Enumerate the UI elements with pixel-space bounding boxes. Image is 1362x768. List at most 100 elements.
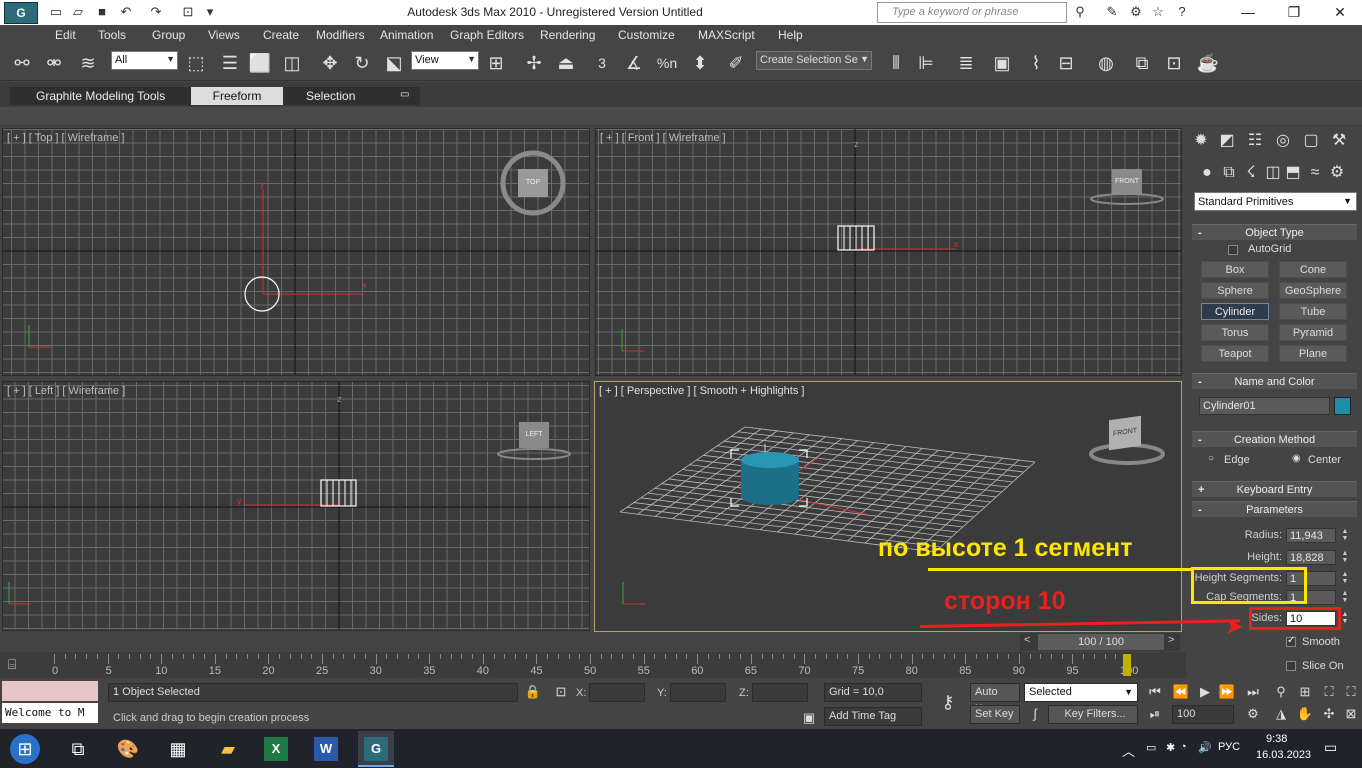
volume-icon[interactable]: 🔊: [1198, 741, 1212, 754]
clock-date[interactable]: 16.03.2023: [1256, 749, 1311, 761]
shapes-icon[interactable]: ⧉: [1218, 162, 1240, 184]
viewport-top[interactable]: [ + ] [ Top ] [ Wireframe ] TOP x y: [2, 128, 590, 376]
maxscript-listener-pink[interactable]: [2, 681, 98, 701]
teapot-button[interactable]: Teapot: [1201, 345, 1269, 362]
next-key-icon[interactable]: ⏩: [1218, 683, 1236, 701]
menu-maxscript[interactable]: MAXScript: [698, 28, 755, 42]
start-button-icon[interactable]: ⊞: [10, 734, 40, 764]
utilities-panel-icon[interactable]: ⚒: [1328, 130, 1350, 152]
ribbon-options-icon[interactable]: ▭: [400, 89, 409, 100]
spinner-snap-icon[interactable]: ⬍: [688, 52, 712, 74]
select-manipulate-icon[interactable]: ✢: [522, 52, 546, 74]
graphite-toggle-icon[interactable]: ▣: [990, 52, 1014, 74]
minimize-icon[interactable]: —: [1226, 0, 1270, 25]
z-coordinate-field[interactable]: [752, 683, 808, 702]
motion-panel-icon[interactable]: ◎: [1272, 130, 1294, 152]
key-icon[interactable]: ⚷: [934, 693, 962, 711]
viewport-left[interactable]: [ + ] [ Left ] [ Wireframe ] LEFT y z: [2, 381, 590, 631]
maximize-viewport-icon[interactable]: ⊠: [1342, 705, 1360, 723]
select-object-icon[interactable]: ⬚: [184, 52, 208, 74]
rollout-parameters[interactable]: - Parameters: [1192, 501, 1357, 517]
cameras-icon[interactable]: ◫: [1262, 162, 1284, 184]
viewport-perspective-label[interactable]: [ + ] [ Perspective ] [ Smooth + Highlig…: [599, 385, 804, 397]
time-tag-icon[interactable]: ▣: [800, 709, 818, 727]
tab-selection[interactable]: Selection: [306, 89, 355, 103]
window-crossing-icon[interactable]: ◫: [280, 52, 304, 74]
menu-edit[interactable]: Edit: [55, 28, 76, 42]
object-name-input[interactable]: Cylinder01: [1199, 397, 1330, 415]
orbit-icon[interactable]: ✣: [1320, 705, 1338, 723]
viewcube-left[interactable]: LEFT: [519, 422, 549, 448]
menu-customize[interactable]: Customize: [618, 28, 675, 42]
maximize-icon[interactable]: ❐: [1272, 0, 1316, 25]
previous-key-icon[interactable]: ⏪: [1172, 683, 1190, 701]
slice-on-checkbox[interactable]: [1286, 661, 1296, 671]
snaps-toggle-icon[interactable]: 3: [590, 52, 614, 74]
rollout-object-type[interactable]: - Object Type: [1192, 224, 1357, 240]
favorites-star-icon[interactable]: ☆: [1150, 4, 1166, 20]
rollout-creation-method[interactable]: - Creation Method: [1192, 431, 1357, 447]
radius-field[interactable]: 11,943: [1286, 528, 1336, 543]
radius-spinner[interactable]: ▲ ▼: [1340, 528, 1350, 543]
subscription-icon[interactable]: ✎: [1104, 4, 1120, 20]
pan-icon[interactable]: ✋: [1296, 705, 1314, 723]
align-icon[interactable]: ⊫: [914, 52, 938, 74]
file-explorer-icon[interactable]: ▰: [216, 737, 240, 761]
render-teapot-icon[interactable]: ☕: [1196, 52, 1220, 74]
select-and-link-icon[interactable]: ⚯: [10, 52, 34, 74]
go-to-end-icon[interactable]: ⏭: [1244, 683, 1262, 701]
viewport-left-label[interactable]: [ + ] [ Left ] [ Wireframe ]: [7, 385, 125, 397]
smooth-checkbox[interactable]: [1286, 635, 1296, 647]
rollout-name-and-color[interactable]: - Name and Color: [1192, 373, 1357, 389]
communication-center-icon[interactable]: ⚙: [1128, 4, 1144, 20]
cylinder-button[interactable]: Cylinder: [1201, 303, 1269, 320]
select-by-name-icon[interactable]: ☰: [218, 52, 242, 74]
viewport-front-label[interactable]: [ + ] [ Front ] [ Wireframe ]: [600, 132, 726, 144]
hierarchy-panel-icon[interactable]: ☷: [1244, 130, 1266, 152]
next-frame-icon[interactable]: >: [1168, 634, 1174, 646]
play-icon[interactable]: ▶: [1196, 683, 1214, 701]
menu-animation[interactable]: Animation: [380, 28, 433, 42]
torus-button[interactable]: Torus: [1201, 324, 1269, 341]
tab-freeform[interactable]: Freeform: [191, 87, 283, 105]
y-coordinate-field[interactable]: [670, 683, 726, 702]
reference-coordinate-dropdown[interactable]: View ▼: [411, 51, 479, 70]
geosphere-button[interactable]: GeoSphere: [1279, 282, 1347, 299]
unlink-icon[interactable]: ⚮: [42, 52, 66, 74]
center-radio[interactable]: ◉: [1292, 453, 1301, 464]
cone-button[interactable]: Cone: [1279, 261, 1347, 278]
time-slider-label[interactable]: 100 / 100: [1038, 634, 1164, 650]
current-frame-field[interactable]: 100: [1172, 705, 1234, 724]
excel-icon[interactable]: X: [264, 737, 288, 761]
rollout-keyboard-entry[interactable]: + Keyboard Entry: [1192, 481, 1357, 497]
absolute-mode-icon[interactable]: ⊡: [552, 683, 570, 701]
box-button[interactable]: Box: [1201, 261, 1269, 278]
go-to-start-icon[interactable]: ⏮: [1146, 683, 1164, 701]
primitives-category-dropdown[interactable]: Standard Primitives ▼: [1194, 192, 1357, 211]
layer-manager-icon[interactable]: ≣: [954, 52, 978, 74]
create-panel-icon[interactable]: ✹: [1190, 130, 1212, 152]
pyramid-button[interactable]: Pyramid: [1279, 324, 1347, 341]
edge-radio[interactable]: ○: [1208, 453, 1214, 464]
named-selection-dropdown[interactable]: Create Selection Se ▼: [756, 51, 872, 70]
language-indicator[interactable]: РУС: [1218, 741, 1240, 753]
bluetooth-icon[interactable]: ✱: [1166, 741, 1175, 754]
schematic-view-icon[interactable]: ⊟: [1054, 52, 1078, 74]
height-segments-spinner[interactable]: ▲ ▼: [1340, 571, 1350, 586]
lights-icon[interactable]: ☇: [1240, 162, 1262, 184]
task-view-icon[interactable]: ⧉: [66, 737, 90, 761]
sides-spinner[interactable]: ▲ ▼: [1340, 611, 1350, 626]
plane-button[interactable]: Plane: [1279, 345, 1347, 362]
cap-segments-spinner[interactable]: ▲ ▼: [1340, 590, 1350, 605]
menu-group[interactable]: Group: [152, 28, 185, 42]
height-spinner[interactable]: ▲ ▼: [1340, 550, 1350, 565]
key-filters-button[interactable]: Key Filters...: [1048, 705, 1138, 724]
autogrid-checkbox[interactable]: [1228, 245, 1238, 255]
curve-editor-icon[interactable]: ⌇: [1024, 52, 1048, 74]
close-icon[interactable]: ✕: [1318, 0, 1362, 25]
render-setup-icon[interactable]: ⧉: [1130, 52, 1154, 74]
tube-button[interactable]: Tube: [1279, 303, 1347, 320]
height-field[interactable]: 18,828: [1286, 550, 1336, 565]
track-bar[interactable]: ⌸ 0 5 10 15 20 25 30 35 40 45 50 55 60 65 70 75 80 85 90 95…: [0, 652, 1186, 678]
word-icon[interactable]: W: [314, 737, 338, 761]
